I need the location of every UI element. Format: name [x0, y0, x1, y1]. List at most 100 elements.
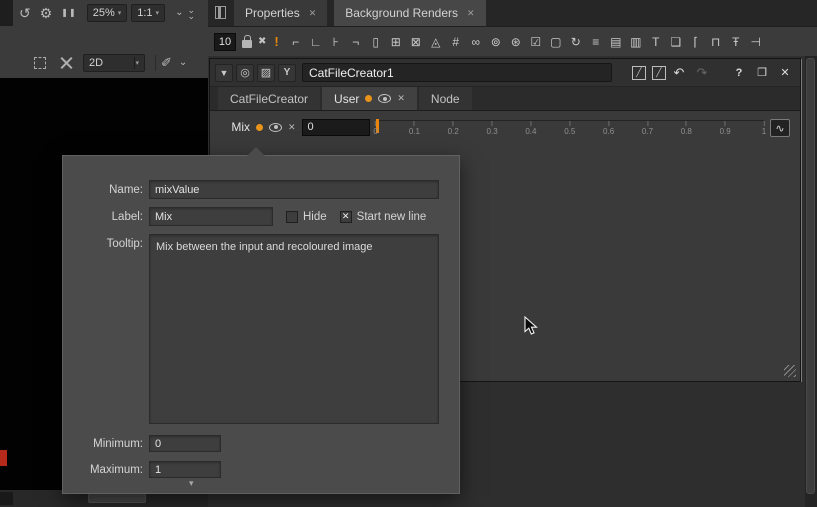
slider-tick: 0.8	[681, 121, 692, 136]
expression-knob-icon[interactable]: #	[447, 33, 465, 51]
corner-knob-icon[interactable]: ∟	[307, 33, 325, 51]
tick-label: 0.6	[603, 127, 614, 136]
pane-corner	[0, 0, 13, 26]
tab-knob-icon[interactable]: ⌈	[687, 33, 705, 51]
name-input[interactable]: mixValue	[149, 180, 439, 199]
align-left-icon[interactable]: ≡	[587, 33, 605, 51]
vertical-scrollbar-handle[interactable]	[806, 58, 815, 494]
divider-knob-icon[interactable]: Ŧ	[727, 33, 745, 51]
crop-knob-icon[interactable]: ⊠	[407, 33, 425, 51]
checkbox-knob-icon[interactable]: ☑	[527, 33, 545, 51]
resize-grip-icon[interactable]	[784, 365, 796, 377]
lock-icon[interactable]	[242, 40, 252, 48]
ratio-select[interactable]: 1:1 ▾	[131, 4, 165, 22]
help-icon[interactable]: ?	[729, 67, 749, 79]
field-knob-icon[interactable]: ⌐	[287, 33, 305, 51]
knob-type-toolbar: ⌐∟⊦¬▯⊞⊠◬#∞⊚⊛☑▢↻≡▤▥T❏⌈⊓Ŧ⊣	[287, 33, 765, 51]
delete-knob-icon[interactable]: ✖	[258, 36, 266, 47]
undo-icon[interactable]: ↶	[669, 65, 689, 81]
script-knob-icon[interactable]: ↻	[567, 33, 585, 51]
tab-node[interactable]: Node	[419, 87, 472, 110]
bracket-knob-icon[interactable]: ¬	[347, 33, 365, 51]
pulldown-knob-icon[interactable]: ⊓	[707, 33, 725, 51]
text-knob-icon[interactable]: T	[647, 33, 665, 51]
chevron-down-icon[interactable]: ⌄	[179, 56, 187, 70]
refresh-icon[interactable]: ↺	[19, 6, 31, 20]
maximum-label: Maximum:	[69, 464, 143, 476]
eyedropper-icon[interactable]: ✐	[161, 56, 172, 70]
tab-label: Properties	[245, 6, 300, 20]
bbox-knob-icon[interactable]: ▯	[367, 33, 385, 51]
hide-checkbox[interactable]	[286, 211, 298, 223]
multiline-knob-icon[interactable]: ▤	[607, 33, 625, 51]
mix-slider[interactable]: 0 0.1 0.2 0.3 0.4	[376, 120, 764, 138]
chevron-down-icon: ▾	[135, 59, 139, 67]
tooltip-textarea[interactable]: Mix between the input and recoloured ima…	[149, 234, 439, 424]
collapse-panel-icon[interactable]: ▼	[215, 64, 233, 82]
transform-handles-icon[interactable]	[60, 57, 73, 70]
preset-button-2[interactable]: ╱	[652, 66, 666, 80]
vertical-scrollbar-track[interactable]	[805, 56, 817, 507]
maximum-input[interactable]: 1	[149, 461, 221, 478]
alert-icon[interactable]: !	[272, 34, 280, 49]
slider-tick: 0.7	[642, 121, 653, 136]
link-knob-icon[interactable]: ∞	[467, 33, 485, 51]
tick-label: 0.9	[720, 127, 731, 136]
columns-knob-icon[interactable]: ▥	[627, 33, 645, 51]
tick-line	[530, 121, 531, 126]
slider-tick: 0.1	[409, 121, 420, 136]
tab-properties[interactable]: Properties ✕	[234, 0, 327, 26]
chevron-down-icon[interactable]: ⌄	[175, 6, 183, 20]
format-knob-icon[interactable]: ⊞	[387, 33, 405, 51]
tab-label: User	[334, 92, 359, 106]
center-node-icon[interactable]: ◎	[236, 64, 254, 82]
close-panel-icon[interactable]: ✕	[775, 66, 795, 79]
tick-label: 0.5	[564, 127, 575, 136]
visibility-eye-icon[interactable]	[269, 123, 282, 132]
handle-knob-icon[interactable]: ⊦	[327, 33, 345, 51]
remove-tab-icon[interactable]: ✕	[397, 93, 405, 104]
knob-label[interactable]: Mix	[220, 120, 250, 134]
tick-label: 0	[373, 127, 377, 136]
mix-value-input[interactable]: 0	[302, 119, 370, 136]
curve-editor-button[interactable]: ∿	[770, 119, 790, 137]
tab-catfilecreator[interactable]: CatFileCreator	[218, 87, 320, 110]
visibility-eye-icon[interactable]	[378, 94, 391, 103]
tick-line	[763, 121, 764, 126]
tab-background-renders[interactable]: Background Renders ✕	[334, 0, 485, 26]
button-knob-icon[interactable]: ▢	[547, 33, 565, 51]
marquee-select-icon[interactable]	[34, 57, 46, 69]
more-options-caret-icon[interactable]: ▾	[189, 478, 194, 489]
preset-button-1[interactable]: ╱	[632, 66, 646, 80]
tab-user[interactable]: User ✕	[322, 87, 417, 110]
node-pickle-icon[interactable]: Y	[278, 64, 296, 82]
close-tab-icon[interactable]: ✕	[467, 8, 475, 19]
start-new-line-checkbox[interactable]: ✕	[340, 211, 352, 223]
node-color-swatch-icon[interactable]: ▨	[257, 64, 275, 82]
minimum-input[interactable]: 0	[149, 435, 221, 452]
endline-knob-icon[interactable]: ⊣	[747, 33, 765, 51]
start-new-line-label: Start new line	[357, 211, 427, 223]
pause-icon[interactable]: ❚❚	[61, 6, 76, 20]
settings-gear-icon[interactable]: ⚙	[40, 6, 53, 20]
zoom-select[interactable]: 25% ▾	[87, 4, 128, 22]
viewer-toolbar-top: ↺ ⚙ ❚❚ 25% ▾ 1:1 ▾ ⌄ ⌄ ⌄	[0, 0, 208, 26]
pane-menu-icon[interactable]	[215, 6, 226, 19]
history-count-field[interactable]: 10	[214, 33, 236, 51]
remove-knob-icon[interactable]: ✕	[288, 122, 296, 133]
color-knob-icon[interactable]: ⊚	[487, 33, 505, 51]
tick-line	[608, 121, 609, 126]
channels-knob-icon[interactable]: ⊛	[507, 33, 525, 51]
float-panel-icon[interactable]: ❐	[752, 66, 772, 79]
redo-icon[interactable]: ↷	[692, 65, 712, 81]
close-tab-icon[interactable]: ✕	[309, 8, 317, 19]
tick-label: 0.1	[409, 127, 420, 136]
horizontal-scrollbar-handle[interactable]	[88, 493, 146, 503]
node-title-input[interactable]: CatFileCreator1	[302, 63, 612, 82]
view-mode-select[interactable]: 2D ▾	[83, 54, 145, 72]
label-input[interactable]: Mix	[149, 207, 273, 226]
double-chevron-icon[interactable]: ⌄ ⌄	[187, 7, 195, 19]
group-knob-icon[interactable]: ❏	[667, 33, 685, 51]
slider-tick: 0.9	[720, 121, 731, 136]
scale-knob-icon[interactable]: ◬	[427, 33, 445, 51]
